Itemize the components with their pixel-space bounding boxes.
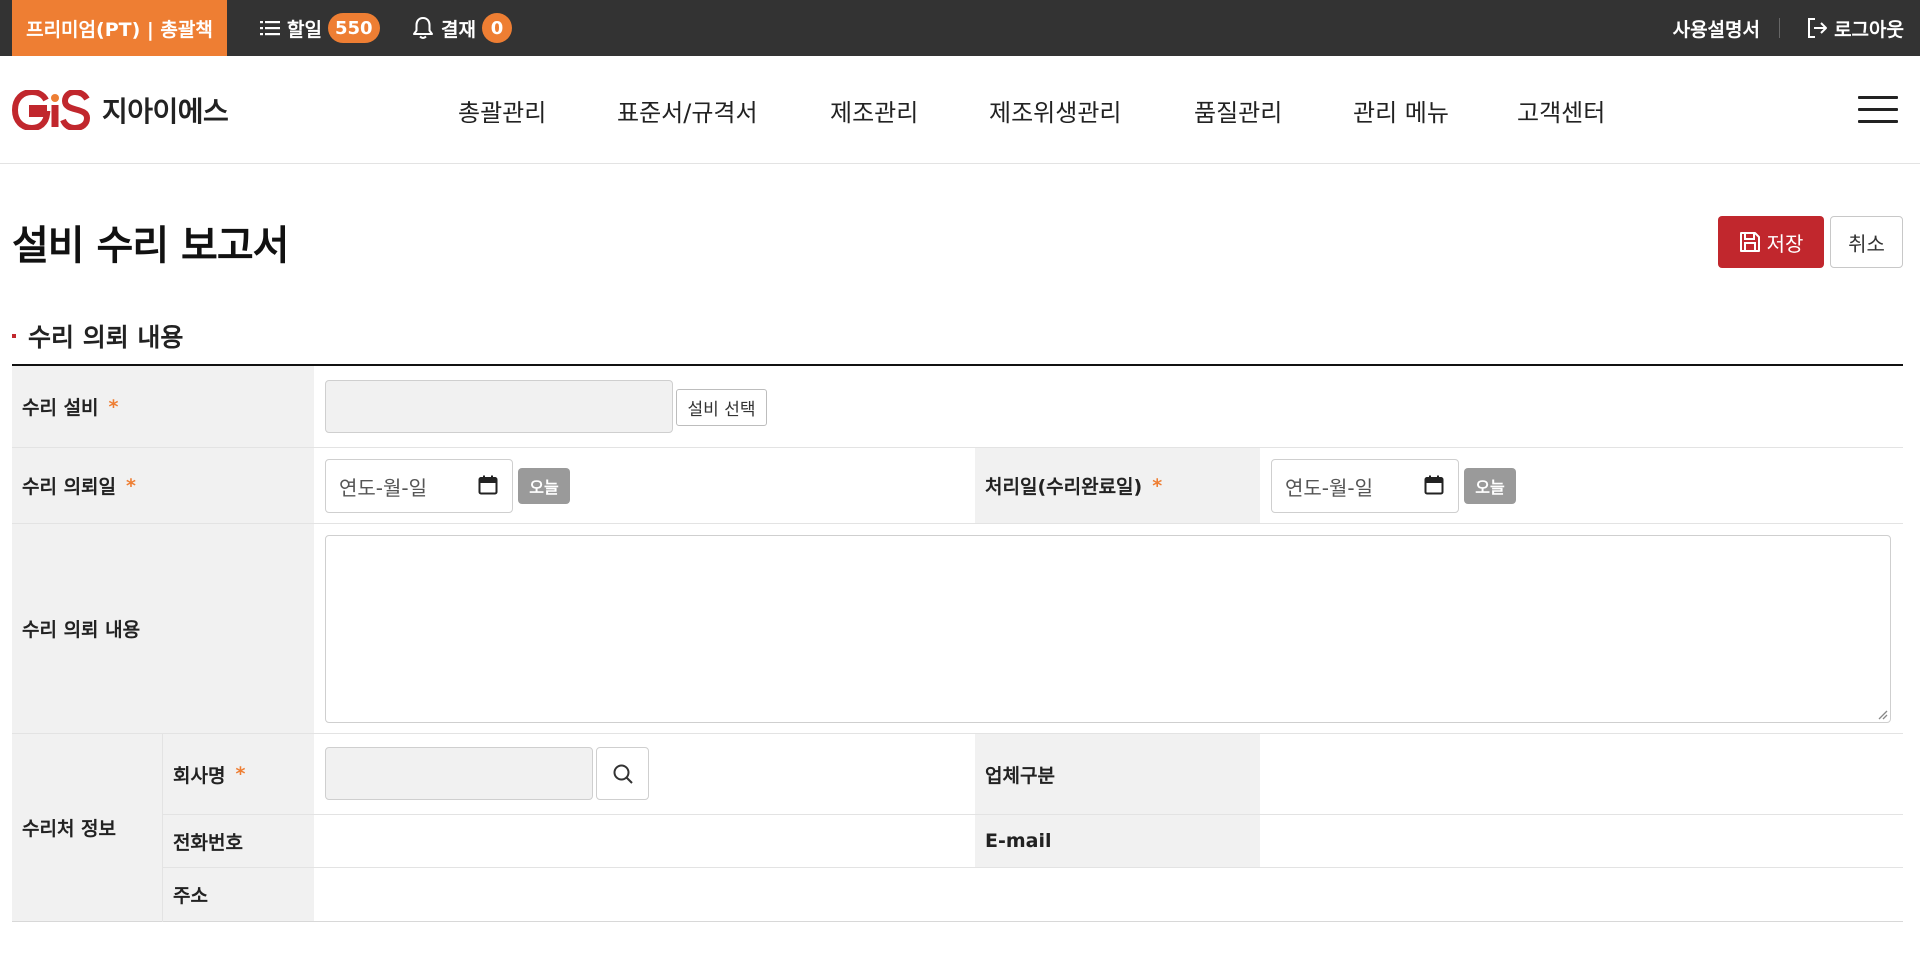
required-mark: * bbox=[126, 474, 136, 497]
content-row: 수리 의뢰 내용 bbox=[12, 524, 1903, 734]
equipment-field[interactable] bbox=[325, 380, 673, 433]
done-date-placeholder: 연도-월-일 bbox=[1285, 475, 1374, 500]
equipment-row: 수리 설비 * 설비 선택 bbox=[12, 366, 1903, 448]
required-mark: * bbox=[1152, 474, 1163, 497]
topbar-divider bbox=[1779, 18, 1780, 38]
logo-mark bbox=[12, 90, 90, 130]
search-icon bbox=[613, 764, 633, 784]
section-title: 수리 의뢰 내용 bbox=[12, 318, 183, 354]
done-date-today-button[interactable]: 오늘 bbox=[1464, 468, 1516, 504]
main-header: 지아이에스 총괄관리 표준서/규격서 제조관리 제조위생관리 품질관리 관리 메… bbox=[0, 56, 1920, 164]
vendor-type-label: 업체구분 bbox=[975, 734, 1260, 814]
approval-count-badge: 0 bbox=[481, 13, 512, 43]
required-mark: * bbox=[108, 395, 119, 418]
done-date-input[interactable]: 연도-월-일 bbox=[1271, 459, 1459, 513]
company-search-button[interactable] bbox=[596, 747, 649, 800]
vendor-group-label: 수리처 정보 bbox=[12, 734, 162, 921]
address-label: 주소 bbox=[163, 868, 314, 921]
company-field[interactable] bbox=[325, 747, 593, 800]
nav-item-support[interactable]: 고객센터 bbox=[1517, 93, 1605, 128]
equipment-label: 수리 설비 * bbox=[12, 366, 314, 447]
page-title: 설비 수리 보고서 bbox=[12, 223, 289, 269]
request-date-today-button[interactable]: 오늘 bbox=[518, 468, 570, 504]
nav-item-manufacturing[interactable]: 제조관리 bbox=[830, 93, 918, 128]
required-mark: * bbox=[235, 763, 246, 785]
content-label: 수리 의뢰 내용 bbox=[12, 524, 314, 733]
calendar-icon[interactable] bbox=[478, 475, 498, 500]
todo-label: 할일 bbox=[287, 18, 322, 41]
resize-handle-icon[interactable] bbox=[1876, 708, 1888, 720]
company-label: 회사명 * bbox=[163, 734, 314, 814]
list-icon bbox=[260, 20, 280, 36]
vendor-block: 수리처 정보 회사명 * 업체구분 전화번호 E-mail 주소 bbox=[12, 734, 1903, 922]
nav-item-standards[interactable]: 표준서/규격서 bbox=[617, 93, 758, 128]
top-bar: 프리미엄(PT) | 총괄책 할일 550 결재 0 사용설명서 로그아웃 bbox=[0, 0, 1920, 56]
logout-label: 로그아웃 bbox=[1834, 18, 1904, 41]
nav-item-admin[interactable]: 관리 메뉴 bbox=[1353, 93, 1449, 128]
section-title-text: 수리 의뢰 내용 bbox=[28, 323, 184, 352]
equipment-select-button[interactable]: 설비 선택 bbox=[676, 389, 767, 426]
bullet-icon bbox=[12, 334, 16, 338]
calendar-icon[interactable] bbox=[1424, 475, 1444, 500]
dates-row: 수리 의뢰일 * 연도-월-일 오늘 처리일(수리완료일) * 연도-월-일 오늘 bbox=[12, 448, 1903, 524]
bell-icon bbox=[412, 16, 434, 40]
menu-icon[interactable] bbox=[1858, 96, 1898, 124]
approval-button[interactable]: 결재 0 bbox=[412, 0, 512, 56]
phone-value bbox=[325, 815, 925, 867]
cancel-button[interactable]: 취소 bbox=[1830, 216, 1903, 268]
nav-item-quality[interactable]: 품질관리 bbox=[1194, 93, 1282, 128]
save-icon bbox=[1739, 231, 1761, 253]
request-date-label: 수리 의뢰일 * bbox=[12, 448, 314, 523]
email-label: E-mail bbox=[975, 815, 1260, 867]
request-date-placeholder: 연도-월-일 bbox=[339, 475, 428, 500]
save-button[interactable]: 저장 bbox=[1718, 216, 1824, 268]
manual-link[interactable]: 사용설명서 bbox=[1673, 0, 1760, 56]
phone-label: 전화번호 bbox=[163, 815, 314, 867]
address-value bbox=[325, 868, 1825, 921]
logo-text: 지아이에스 bbox=[102, 95, 229, 128]
nav-item-overall[interactable]: 총괄관리 bbox=[458, 93, 546, 128]
vendor-type-value bbox=[1271, 734, 1871, 814]
plan-badge: 프리미엄(PT) | 총괄책 bbox=[12, 0, 227, 56]
content-textarea[interactable] bbox=[325, 535, 1891, 723]
logout-button[interactable]: 로그아웃 bbox=[1806, 0, 1904, 56]
logout-icon bbox=[1806, 17, 1828, 39]
email-value bbox=[1271, 815, 1871, 867]
logo[interactable]: 지아이에스 bbox=[12, 84, 229, 136]
save-label: 저장 bbox=[1766, 233, 1804, 256]
todo-count-badge: 550 bbox=[327, 13, 380, 43]
repair-request-form: 수리 설비 * 설비 선택 수리 의뢰일 * 연도-월-일 오늘 처리일(수리완료일… bbox=[12, 364, 1903, 922]
request-date-input[interactable]: 연도-월-일 bbox=[325, 459, 513, 513]
todo-button[interactable]: 할일 550 bbox=[260, 0, 380, 56]
done-date-label: 처리일(수리완료일) * bbox=[975, 448, 1260, 523]
nav-item-hygiene[interactable]: 제조위생관리 bbox=[989, 93, 1121, 128]
approval-label: 결재 bbox=[441, 18, 476, 41]
